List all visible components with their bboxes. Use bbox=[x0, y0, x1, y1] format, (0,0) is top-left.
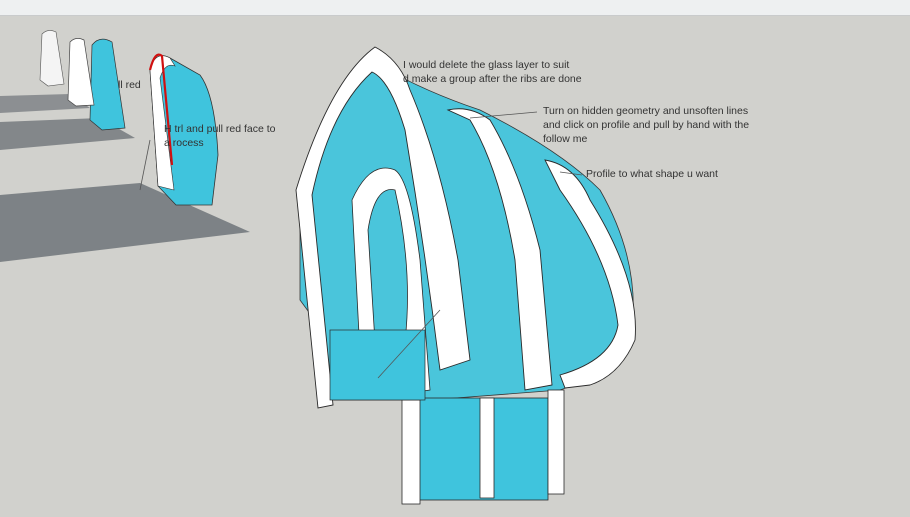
leg-rib bbox=[479, 397, 495, 499]
annotation-ctrl-pull: H trl and pull red face to a rocess bbox=[164, 123, 276, 149]
annotation-hidden-geometry: Turn on hidden geometry and unsoften lin… bbox=[543, 105, 750, 145]
annotation-profile-shape: Profile to what shape u want bbox=[586, 168, 718, 180]
annotation-delete-glass: I would delete the glass layer to suit d … bbox=[403, 59, 582, 85]
far-arch bbox=[67, 38, 95, 107]
annotation-pull-red: ll red bbox=[118, 79, 141, 91]
leg-rib bbox=[401, 399, 421, 505]
title-bar bbox=[0, 0, 910, 16]
3d-viewport[interactable]: I would delete the glass layer to suit d … bbox=[0, 16, 910, 512]
leader-line bbox=[139, 139, 151, 191]
far-arch bbox=[39, 30, 65, 87]
leg-rib bbox=[547, 389, 565, 495]
left-leg-glass bbox=[329, 329, 426, 401]
